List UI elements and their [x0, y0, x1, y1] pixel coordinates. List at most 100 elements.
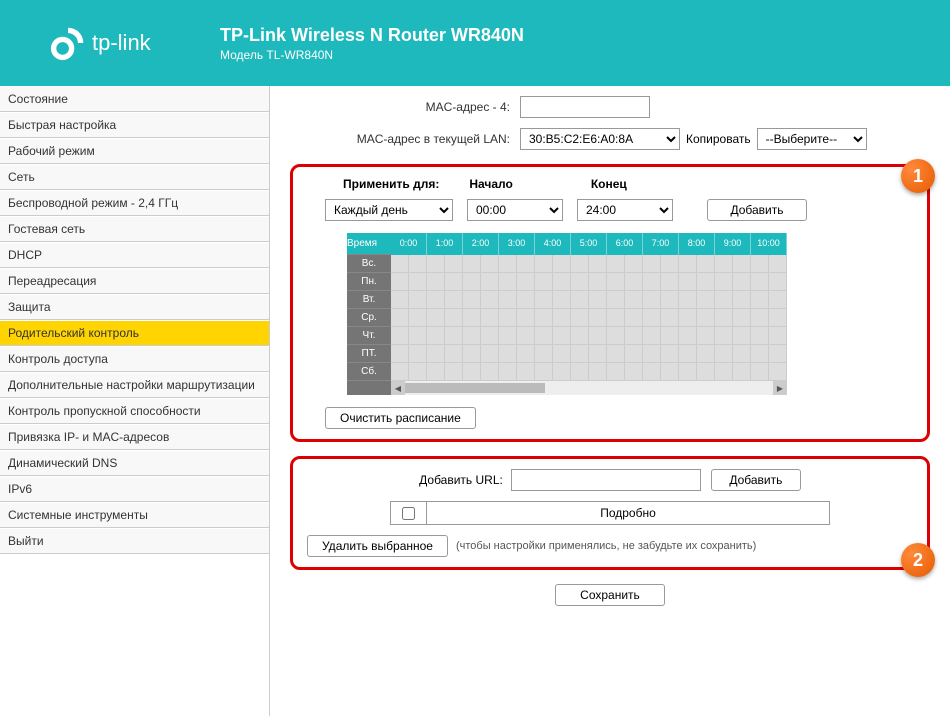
grid-cell[interactable]	[535, 363, 553, 381]
h-scrollbar[interactable]: ◀ ▶	[391, 381, 787, 395]
grid-cell[interactable]	[643, 327, 661, 345]
grid-cell[interactable]	[499, 363, 517, 381]
grid-cell[interactable]	[571, 345, 589, 363]
grid-cell[interactable]	[391, 363, 409, 381]
grid-cell[interactable]	[769, 273, 787, 291]
grid-cell[interactable]	[679, 291, 697, 309]
grid-cell[interactable]	[499, 273, 517, 291]
grid-cell[interactable]	[391, 327, 409, 345]
grid-cell[interactable]	[535, 327, 553, 345]
grid-cell[interactable]	[733, 273, 751, 291]
grid-cell[interactable]	[391, 291, 409, 309]
grid-cell[interactable]	[409, 273, 427, 291]
grid-cell[interactable]	[517, 273, 535, 291]
grid-cell[interactable]	[715, 273, 733, 291]
grid-cell[interactable]	[589, 309, 607, 327]
sidebar-item[interactable]: Выйти	[0, 528, 269, 554]
grid-cell[interactable]	[517, 291, 535, 309]
grid-cell[interactable]	[427, 291, 445, 309]
grid-cell[interactable]	[589, 363, 607, 381]
end-select[interactable]: 24:00	[577, 199, 673, 221]
grid-cell[interactable]	[391, 273, 409, 291]
grid-cell[interactable]	[715, 255, 733, 273]
grid-cell[interactable]	[517, 345, 535, 363]
grid-cell[interactable]	[553, 255, 571, 273]
sidebar-item[interactable]: Состояние	[0, 86, 269, 112]
grid-cell[interactable]	[427, 273, 445, 291]
scroll-left-icon[interactable]: ◀	[391, 381, 405, 395]
grid-cell[interactable]	[463, 327, 481, 345]
grid-cell[interactable]	[715, 291, 733, 309]
grid-cell[interactable]	[571, 363, 589, 381]
grid-cell[interactable]	[463, 273, 481, 291]
grid-cell[interactable]	[625, 291, 643, 309]
sidebar-item[interactable]: Динамический DNS	[0, 450, 269, 476]
grid-cell[interactable]	[751, 291, 769, 309]
grid-cell[interactable]	[751, 327, 769, 345]
grid-cell[interactable]	[643, 363, 661, 381]
grid-cell[interactable]	[751, 273, 769, 291]
grid-cell[interactable]	[679, 363, 697, 381]
grid-cell[interactable]	[409, 309, 427, 327]
sidebar-item[interactable]: Сеть	[0, 164, 269, 190]
grid-cell[interactable]	[733, 327, 751, 345]
grid-cell[interactable]	[625, 327, 643, 345]
grid-cell[interactable]	[769, 345, 787, 363]
grid-cell[interactable]	[697, 291, 715, 309]
grid-cell[interactable]	[625, 345, 643, 363]
grid-cell[interactable]	[553, 309, 571, 327]
add-schedule-button[interactable]: Добавить	[707, 199, 807, 221]
grid-cell[interactable]	[391, 345, 409, 363]
grid-cell[interactable]	[679, 273, 697, 291]
grid-cell[interactable]	[571, 255, 589, 273]
grid-cell[interactable]	[643, 309, 661, 327]
grid-cell[interactable]	[553, 345, 571, 363]
sidebar-item[interactable]: Контроль пропускной способности	[0, 398, 269, 424]
grid-cell[interactable]	[571, 309, 589, 327]
grid-cell[interactable]	[553, 327, 571, 345]
lan-mac-select[interactable]: 30:B5:C2:E6:A0:8A	[520, 128, 680, 150]
mac4-input[interactable]	[520, 96, 650, 118]
grid-cell[interactable]	[391, 255, 409, 273]
save-button[interactable]: Сохранить	[555, 584, 665, 606]
grid-cell[interactable]	[409, 363, 427, 381]
grid-cell[interactable]	[643, 345, 661, 363]
grid-cell[interactable]	[679, 309, 697, 327]
grid-cell[interactable]	[589, 327, 607, 345]
grid-cell[interactable]	[463, 363, 481, 381]
grid-cell[interactable]	[409, 291, 427, 309]
grid-cell[interactable]	[517, 309, 535, 327]
grid-cell[interactable]	[535, 291, 553, 309]
sidebar-item[interactable]: Переадресация	[0, 268, 269, 294]
grid-cell[interactable]	[625, 273, 643, 291]
scroll-right-icon[interactable]: ▶	[773, 381, 787, 395]
url-checkbox[interactable]	[402, 507, 415, 520]
sidebar-item[interactable]: Системные инструменты	[0, 502, 269, 528]
grid-cell[interactable]	[679, 255, 697, 273]
grid-cell[interactable]	[499, 255, 517, 273]
grid-cell[interactable]	[715, 327, 733, 345]
grid-cell[interactable]	[571, 327, 589, 345]
add-url-button[interactable]: Добавить	[711, 469, 801, 491]
grid-cell[interactable]	[697, 363, 715, 381]
grid-cell[interactable]	[517, 363, 535, 381]
grid-cell[interactable]	[607, 309, 625, 327]
grid-cell[interactable]	[625, 255, 643, 273]
sidebar-item[interactable]: DHCP	[0, 242, 269, 268]
grid-cell[interactable]	[607, 345, 625, 363]
grid-cell[interactable]	[769, 291, 787, 309]
grid-cell[interactable]	[589, 255, 607, 273]
grid-cell[interactable]	[751, 255, 769, 273]
copy-select[interactable]: --Выберите--	[757, 128, 867, 150]
grid-cell[interactable]	[697, 255, 715, 273]
grid-cell[interactable]	[625, 363, 643, 381]
grid-cell[interactable]	[481, 345, 499, 363]
grid-cell[interactable]	[697, 345, 715, 363]
grid-cell[interactable]	[661, 345, 679, 363]
sidebar-item[interactable]: Беспроводной режим - 2,4 ГГц	[0, 190, 269, 216]
grid-cell[interactable]	[481, 309, 499, 327]
sidebar-item[interactable]: IPv6	[0, 476, 269, 502]
grid-cell[interactable]	[517, 327, 535, 345]
grid-cell[interactable]	[553, 363, 571, 381]
grid-cell[interactable]	[715, 363, 733, 381]
